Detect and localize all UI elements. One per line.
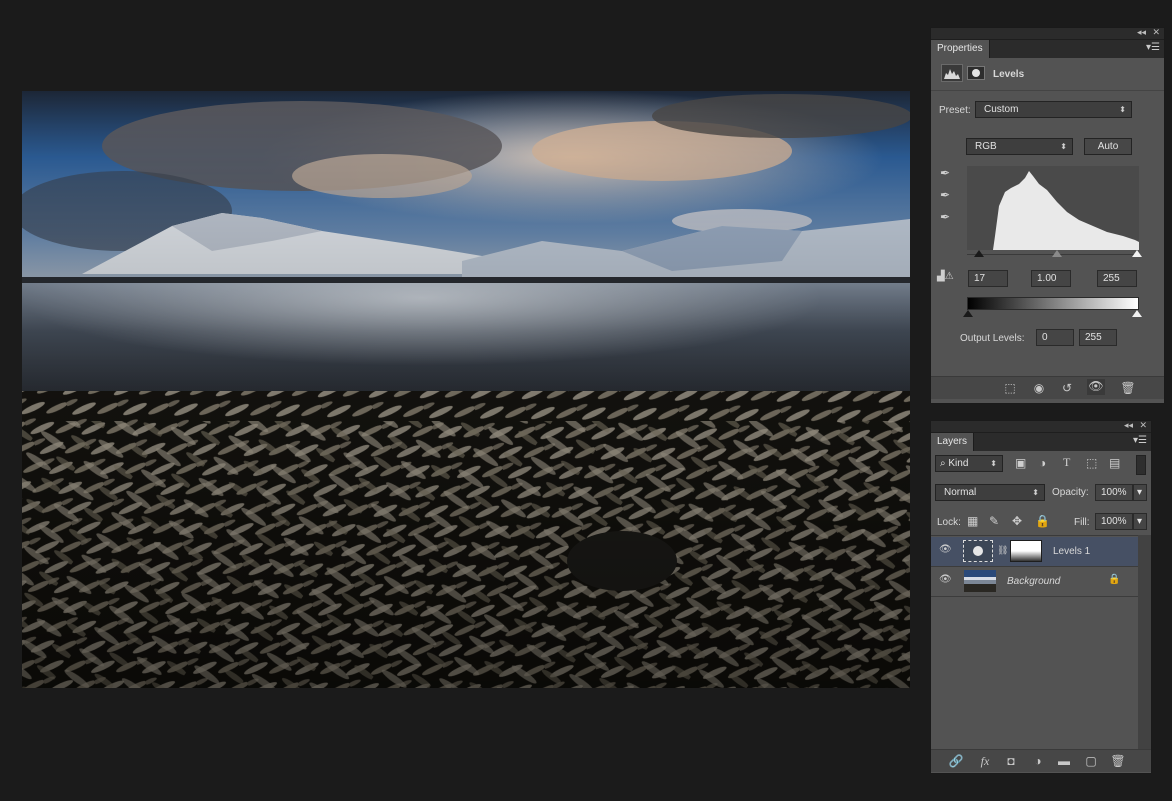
- clip-to-layer-icon[interactable]: ⬚: [1001, 381, 1019, 395]
- channel-value: RGB: [975, 141, 997, 152]
- eyedropper-gray-icon[interactable]: ✒: [940, 188, 950, 202]
- type-filter-icon[interactable]: T: [1063, 455, 1070, 470]
- eye-icon[interactable]: 👁: [939, 544, 952, 555]
- tab-properties[interactable]: Properties: [931, 40, 990, 58]
- view-previous-icon[interactable]: ◉: [1030, 381, 1048, 395]
- link-layers-icon[interactable]: 🔗: [947, 754, 965, 768]
- opacity-label: Opacity:: [1052, 487, 1089, 498]
- tab-layers[interactable]: Layers: [931, 433, 975, 451]
- smart-object-filter-icon[interactable]: ▤: [1109, 456, 1120, 470]
- input-white-field[interactable]: 255: [1097, 270, 1137, 287]
- new-layer-icon[interactable]: ▢: [1082, 754, 1100, 768]
- preset-dropdown[interactable]: Custom ⬍: [975, 101, 1132, 118]
- close-icon[interactable]: ✕: [1139, 420, 1147, 431]
- output-black-field[interactable]: 0: [1036, 329, 1074, 346]
- layer-name: Levels 1: [1053, 546, 1091, 557]
- chevron-updown-icon: ⬍: [990, 459, 997, 468]
- preset-value: Custom: [984, 104, 1019, 115]
- adjustment-filter-icon[interactable]: ◑: [1039, 456, 1046, 470]
- background-layer-thumbnail: [964, 570, 996, 592]
- channel-dropdown[interactable]: RGB ⬍: [966, 138, 1073, 155]
- layers-panel: ◂◂ ✕ Layers ▾☰ ⌕ Kind ⬍ ▣ ◑ T ⬚ ▤ Normal…: [930, 420, 1152, 774]
- preset-label: Preset:: [939, 105, 971, 116]
- eye-icon[interactable]: 👁: [939, 574, 952, 585]
- collapse-icon[interactable]: ◂◂: [1124, 420, 1133, 431]
- lock-transparent-icon[interactable]: ▦: [967, 514, 978, 528]
- auto-button[interactable]: Auto: [1084, 138, 1132, 155]
- mask-icon[interactable]: [967, 66, 985, 80]
- layer-row-background[interactable]: 👁 Background 🔒: [931, 567, 1138, 597]
- close-icon[interactable]: ✕: [1152, 27, 1160, 38]
- new-group-icon[interactable]: ▬: [1055, 754, 1073, 768]
- fill-field[interactable]: 100%: [1095, 513, 1133, 530]
- add-mask-icon[interactable]: ◘: [1002, 754, 1020, 768]
- fill-dropdown-button[interactable]: ▾: [1133, 513, 1147, 530]
- panel-menu-icon[interactable]: ▾☰: [1133, 435, 1147, 446]
- chevron-updown-icon: ⬍: [1032, 488, 1039, 497]
- chevron-updown-icon: ⬍: [1060, 142, 1067, 151]
- chevron-updown-icon: ⬍: [1119, 105, 1126, 114]
- panel-title-strip: ◂◂ ✕: [931, 420, 1151, 433]
- gamma-slider[interactable]: [1052, 250, 1062, 257]
- levels-adjustment-icon[interactable]: [941, 64, 963, 82]
- trash-icon[interactable]: 🗑: [1119, 381, 1137, 395]
- adjustment-layer-thumbnail: [963, 540, 993, 562]
- layer-name: Background: [1007, 576, 1061, 587]
- layer-list: 👁 ⛓ Levels 1 👁 Background 🔒: [931, 535, 1138, 750]
- properties-tab-row: Properties ▾☰: [931, 40, 1164, 59]
- header-divider: [931, 90, 1164, 91]
- output-black-slider[interactable]: [963, 310, 973, 317]
- panel-menu-icon[interactable]: ▾☰: [1146, 42, 1160, 53]
- layers-tab-row: Layers ▾☰: [931, 433, 1151, 452]
- adjustment-title: Levels: [993, 69, 1025, 80]
- output-white-slider[interactable]: [1132, 310, 1142, 317]
- image-filter-icon[interactable]: ▣: [1015, 456, 1026, 470]
- properties-panel: ◂◂ ✕ Properties ▾☰ Levels Preset: Custom…: [930, 27, 1165, 404]
- output-white-field[interactable]: 255: [1079, 329, 1117, 346]
- black-point-slider[interactable]: [974, 250, 984, 257]
- blend-mode-dropdown[interactable]: Normal ⬍: [935, 484, 1045, 501]
- output-gradient: [967, 297, 1139, 310]
- opacity-dropdown-button[interactable]: ▾: [1133, 484, 1147, 501]
- lock-image-icon[interactable]: ✎: [989, 514, 999, 528]
- trash-icon[interactable]: 🗑: [1109, 754, 1127, 768]
- link-icon[interactable]: ⛓: [997, 545, 1008, 556]
- fx-icon[interactable]: fx: [976, 754, 994, 769]
- filter-toggle[interactable]: [1136, 455, 1146, 475]
- opacity-field[interactable]: 100%: [1095, 484, 1133, 501]
- new-adjustment-icon[interactable]: ◑: [1029, 754, 1047, 768]
- lock-position-icon[interactable]: ✥: [1012, 514, 1022, 528]
- layers-bottom-bar: 🔗 fx ◘ ◑ ▬ ▢ 🗑: [931, 749, 1151, 772]
- input-gamma-field[interactable]: 1.00: [1031, 270, 1071, 287]
- eyedropper-black-icon[interactable]: ✒: [940, 166, 950, 180]
- input-black-field[interactable]: 17: [968, 270, 1008, 287]
- eyedropper-white-icon[interactable]: ✒: [940, 210, 950, 224]
- fill-label: Fill:: [1074, 517, 1090, 528]
- layers-body: ⌕ Kind ⬍ ▣ ◑ T ⬚ ▤ Normal ⬍ Opacity: 100…: [931, 451, 1151, 773]
- histogram: [967, 166, 1139, 250]
- layers-scrollbar[interactable]: [1138, 535, 1151, 749]
- warning-icon[interactable]: ▟⚠: [937, 271, 954, 282]
- output-levels-label: Output Levels:: [960, 333, 1025, 344]
- properties-bottom-bar: ⬚ ◉ ↺ 👁 🗑: [931, 376, 1164, 399]
- collapse-icon[interactable]: ◂◂: [1137, 27, 1146, 38]
- layer-row-levels[interactable]: 👁 ⛓ Levels 1: [931, 537, 1138, 567]
- lock-all-icon[interactable]: 🔒: [1035, 514, 1050, 528]
- visibility-icon[interactable]: 👁: [1087, 379, 1105, 395]
- properties-body: Levels Preset: Custom ⬍ RGB ⬍ Auto ✒ ✒ ✒…: [931, 58, 1164, 403]
- white-point-slider[interactable]: [1132, 250, 1142, 257]
- lock-label: Lock:: [937, 517, 961, 528]
- filter-kind-dropdown[interactable]: ⌕ Kind ⬍: [935, 455, 1003, 472]
- shape-filter-icon[interactable]: ⬚: [1086, 456, 1097, 470]
- layer-mask-thumbnail: [1010, 540, 1042, 562]
- document-canvas-image[interactable]: [22, 91, 910, 688]
- reset-icon[interactable]: ↺: [1058, 381, 1076, 395]
- panel-title-strip: ◂◂ ✕: [931, 27, 1164, 40]
- lock-icon: 🔒: [1108, 574, 1121, 585]
- filter-kind-value: Kind: [948, 458, 969, 469]
- blend-mode-value: Normal: [944, 487, 977, 498]
